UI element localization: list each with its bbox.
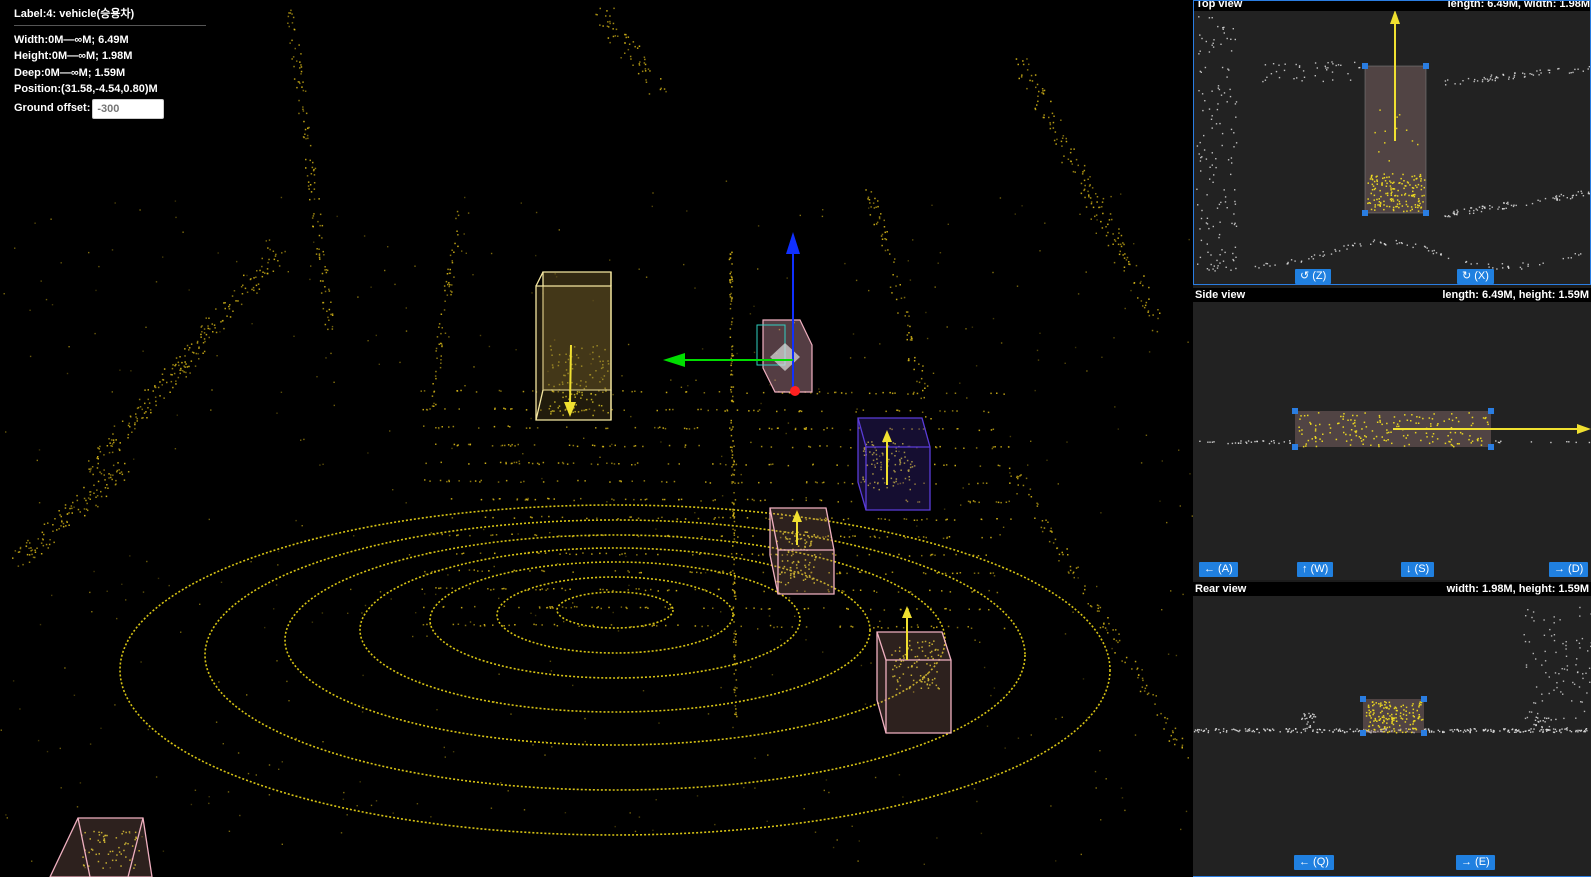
side-heading-arrow bbox=[1577, 424, 1591, 434]
top-view-canvas[interactable] bbox=[1194, 1, 1591, 285]
bounding-box-vehicle-2[interactable] bbox=[857, 417, 931, 511]
axis-y-arrow bbox=[786, 232, 800, 254]
rear-view-dims: width: 1.98M, height: 1.59M bbox=[1446, 583, 1589, 595]
rotate-ccw-button[interactable]: ↺ (Z) bbox=[1295, 269, 1332, 284]
selection-info-panel: Label:4: vehicle(승용차) Width:0M—∞M; 6.49M… bbox=[14, 6, 206, 119]
point-cloud-canvas[interactable] bbox=[0, 0, 1193, 877]
move-down-button[interactable]: ↓ (S) bbox=[1401, 562, 1435, 577]
position-text: Position:(31.58,-4.54,0.80)M bbox=[14, 83, 158, 95]
rotate-cw-button[interactable]: ↻ (X) bbox=[1457, 269, 1494, 284]
ground-scan-rings bbox=[119, 504, 1111, 836]
top-heading-arrow bbox=[1390, 10, 1400, 24]
bounding-box-vehicle-1[interactable] bbox=[535, 271, 612, 421]
rear-view-header: Rear view width: 1.98M, height: 1.59M bbox=[1193, 582, 1591, 596]
axis-x-arrow bbox=[663, 353, 685, 367]
rear-view-canvas[interactable] bbox=[1193, 596, 1591, 877]
width-text: Width:0M—∞M; 6.49M bbox=[14, 33, 129, 46]
point-cloud-3d-view[interactable]: Label:4: vehicle(승용차) Width:0M—∞M; 6.49M… bbox=[0, 0, 1193, 877]
side-view-title: Side view bbox=[1195, 289, 1246, 301]
top-view-title: Top view bbox=[1196, 0, 1243, 10]
point-cloud-scatter bbox=[0, 7, 1193, 869]
bounding-box-vehicle-4[interactable] bbox=[876, 606, 952, 734]
info-divider bbox=[14, 24, 206, 26]
move-left-button[interactable]: ← (A) bbox=[1199, 562, 1238, 577]
side-view[interactable]: Side view length: 6.49M, height: 1.59M ←… bbox=[1193, 288, 1591, 580]
ground-offset-input[interactable] bbox=[92, 98, 165, 119]
deep-text: Deep:0M—∞M; 1.59M bbox=[14, 66, 126, 79]
rotate-right-button[interactable]: → (E) bbox=[1456, 855, 1495, 870]
selected-bounding-box[interactable] bbox=[756, 319, 813, 393]
side-view-canvas[interactable] bbox=[1193, 302, 1591, 580]
bounding-box-vehicle-3[interactable] bbox=[769, 507, 835, 595]
move-up-button[interactable]: ↑ (W) bbox=[1297, 562, 1334, 577]
height-text: Height:0M—∞M; 1.98M bbox=[14, 50, 133, 62]
side-view-dims: length: 6.49M, height: 1.59M bbox=[1442, 289, 1589, 301]
ground-offset-row: Ground offset: bbox=[14, 98, 206, 119]
gizmo-origin bbox=[790, 386, 800, 396]
rear-view-title: Rear view bbox=[1195, 583, 1247, 595]
move-right-button[interactable]: → (D) bbox=[1549, 562, 1589, 577]
top-view-dims: length: 6.49M, width: 1.98M bbox=[1447, 0, 1590, 10]
ground-offset-label: Ground offset: bbox=[14, 102, 91, 115]
side-view-header: Side view length: 6.49M, height: 1.59M bbox=[1193, 288, 1591, 302]
label-text: Label:4: vehicle(승용차) bbox=[14, 8, 135, 20]
bounding-box-vehicle-5[interactable] bbox=[49, 817, 153, 877]
top-view-header: Top view length: 6.49M, width: 1.98M bbox=[1194, 0, 1590, 11]
rotate-left-button[interactable]: ← (Q) bbox=[1294, 855, 1334, 870]
rear-view[interactable]: Rear view width: 1.98M, height: 1.59M ← … bbox=[1193, 582, 1591, 877]
top-view[interactable]: Top view length: 6.49M, width: 1.98M ↺ (… bbox=[1193, 0, 1591, 285]
ortho-views-panel: Top view length: 6.49M, width: 1.98M ↺ (… bbox=[1193, 0, 1591, 877]
